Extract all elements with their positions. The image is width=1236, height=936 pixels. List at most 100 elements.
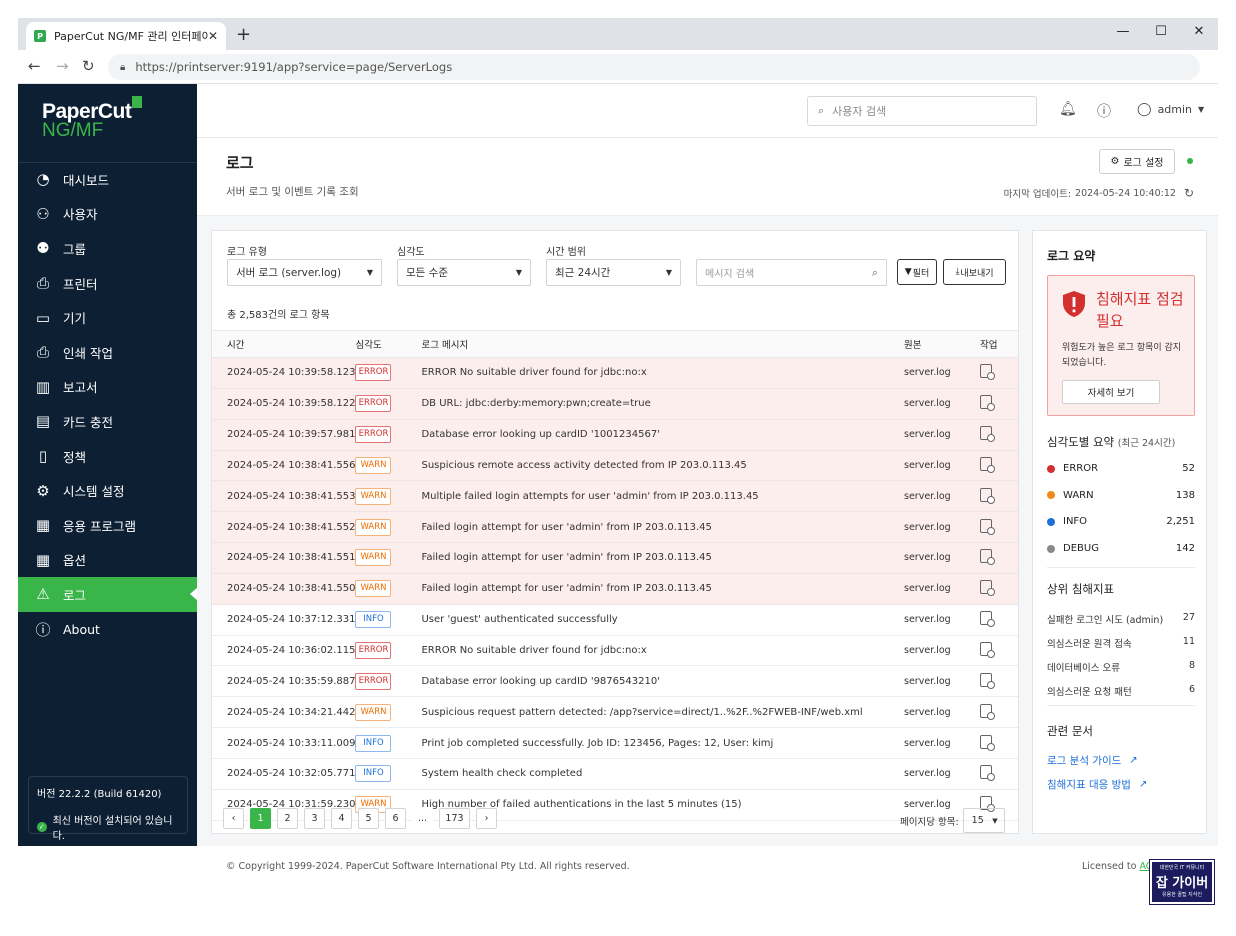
filter-button[interactable]: ▼ 필터 — [897, 259, 937, 285]
indicator-row[interactable]: 데이터베이스 오류 8 — [1047, 660, 1195, 674]
table-row[interactable]: 2024-05-24 10:36:02.115 ERROR ERROR No sui… — [212, 635, 1018, 667]
view-details-button[interactable]: 자세히 보기 — [1062, 380, 1160, 404]
refresh-icon[interactable]: ↻ — [1184, 186, 1194, 200]
table-row[interactable]: 2024-05-24 10:35:59.887 ERROR Database err… — [212, 665, 1018, 698]
view-log-icon[interactable] — [980, 580, 995, 597]
view-log-icon[interactable] — [980, 518, 995, 535]
view-log-icon[interactable] — [980, 611, 995, 628]
minimize-icon[interactable]: — — [1104, 18, 1142, 50]
dashboard-icon: ◔ — [36, 170, 50, 189]
sidebar-item-1[interactable]: ◔ 대시보드 — [18, 162, 197, 197]
view-log-icon[interactable] — [980, 734, 995, 751]
table-row[interactable]: 2024-05-24 10:32:05.771 INFO System health… — [212, 758, 1018, 790]
page-button-5[interactable]: 5 — [358, 808, 379, 829]
page-button-3[interactable]: 3 — [304, 808, 325, 829]
cell-message: System health check completed — [421, 758, 904, 790]
sidebar-item-12[interactable]: ▦ 옵션 — [18, 543, 197, 578]
doc-link-log-guide[interactable]: 로그 분석 가이드 ↗ — [1047, 753, 1138, 768]
table-row[interactable]: 2024-05-24 10:34:21.442 WARN Suspicious re… — [212, 696, 1018, 729]
message-search-input[interactable]: 메시지 검색 ⌕ — [696, 259, 887, 286]
forward-arrow-icon[interactable]: → — [56, 57, 69, 75]
url-field[interactable]: 🔒︎ https://printserver:9191/app?service=… — [108, 54, 1200, 80]
indicator-row[interactable]: 의심스러운 요청 패턴 6 — [1047, 684, 1195, 698]
page-button-4[interactable]: 4 — [331, 808, 352, 829]
indicator-row[interactable]: 실패한 로그인 시도 (admin) 27 — [1047, 612, 1195, 626]
table-row[interactable]: 2024-05-24 10:39:58.122 ERROR DB URL: jdbc… — [212, 388, 1018, 420]
group-icon: ⚉ — [36, 239, 50, 258]
severity-select[interactable]: 모든 수준 ▼ — [397, 259, 531, 286]
severity-summary-row[interactable]: WARN 138 — [1047, 490, 1195, 501]
table-row[interactable]: 2024-05-24 10:38:41.556 WARN Suspicious re… — [212, 450, 1018, 482]
cell-action — [980, 419, 1018, 451]
sidebar-item-9[interactable]: ▯ 정책 — [18, 439, 197, 474]
view-log-icon[interactable] — [980, 642, 995, 659]
sidebar-item-11[interactable]: ▦ 응용 프로그램 — [18, 508, 197, 543]
view-log-icon[interactable] — [980, 672, 995, 689]
table-row[interactable]: 2024-05-24 10:37:12.331 INFO User 'guest' … — [212, 604, 1018, 636]
severity-summary-row[interactable]: INFO 2,251 — [1047, 516, 1195, 527]
severity-summary-sub: (최근 24시간) — [1117, 438, 1176, 449]
sidebar-item-7[interactable]: ▥ 보고서 — [18, 370, 197, 405]
sidebar-item-10[interactable]: ⚙ 시스템 설정 — [18, 473, 197, 508]
table-row[interactable]: 2024-05-24 10:38:41.552 WARN Failed login … — [212, 511, 1018, 544]
browser-tab[interactable]: P PaperCut NG/MF 관리 인터페이스 ✕ — [26, 22, 226, 50]
export-button[interactable]: ⤓ 내보내기 — [943, 259, 1006, 285]
table-row[interactable]: 2024-05-24 10:39:57.981 ERROR Database err… — [212, 419, 1018, 451]
prev-page-button[interactable]: ‹ — [223, 808, 244, 829]
cell-source: server.log — [904, 665, 980, 698]
sidebar-item-14[interactable]: ⓘ About — [18, 612, 197, 647]
per-page-select[interactable]: 15 ▼ — [962, 808, 1005, 833]
table-row[interactable]: 2024-05-24 10:39:58.123 ERROR ERROR No sui… — [212, 357, 1018, 389]
view-log-icon[interactable] — [980, 364, 995, 381]
view-log-icon[interactable] — [980, 395, 995, 412]
cell-time: 2024-05-24 10:35:59.887 — [212, 665, 356, 698]
tab-close-icon[interactable]: ✕ — [208, 29, 218, 43]
col-header-source[interactable]: 원본 — [904, 330, 980, 358]
table-row[interactable]: 2024-05-24 10:33:11.009 INFO Print job com… — [212, 727, 1018, 759]
view-log-icon[interactable] — [980, 456, 995, 473]
sidebar-item-5[interactable]: ▭ 기기 — [18, 300, 197, 335]
papercut-logo[interactable]: PaperCut NG/MF — [42, 96, 142, 142]
severity-summary-row[interactable]: DEBUG 142 — [1047, 543, 1195, 554]
doc-link-ioc-response[interactable]: 침해지표 대응 방법 ↗ — [1047, 777, 1147, 792]
sidebar-item-4[interactable]: ⎙ 프린터 — [18, 266, 197, 301]
time-range-select[interactable]: 최근 24시간 ▼ — [546, 259, 681, 286]
page-button-2[interactable]: 2 — [277, 808, 298, 829]
log-type-select[interactable]: 서버 로그 (server.log) ▼ — [227, 259, 382, 286]
view-log-icon[interactable] — [980, 487, 995, 504]
maximize-icon[interactable]: ☐ — [1142, 18, 1180, 50]
col-header-severity[interactable]: 심각도 — [355, 330, 422, 358]
next-page-button[interactable]: › — [476, 808, 497, 829]
page-button-173[interactable]: 173 — [439, 808, 470, 829]
sidebar-item-2[interactable]: ⚇ 사용자 — [18, 197, 197, 232]
view-log-icon[interactable] — [980, 765, 995, 782]
sidebar-item-13[interactable]: ⚠ 로그 — [18, 577, 198, 612]
view-log-icon[interactable] — [980, 426, 995, 443]
bell-icon[interactable]: 🔔︎ — [1059, 101, 1077, 117]
version-status: 최신 버전이 설치되어 있습니다. — [52, 816, 173, 842]
indicator-row[interactable]: 의심스러운 원격 접속 11 — [1047, 636, 1195, 650]
table-row[interactable]: 2024-05-24 10:38:41.553 WARN Multiple fail… — [212, 480, 1018, 513]
user-menu[interactable]: ◯ admin ▼ — [1137, 102, 1204, 117]
col-header-time[interactable]: 시간 — [212, 330, 356, 358]
reload-icon[interactable]: ↻ — [82, 57, 95, 75]
view-log-icon[interactable] — [980, 703, 995, 720]
back-arrow-icon[interactable]: ← — [28, 57, 41, 75]
col-header-message[interactable]: 로그 메시지 — [421, 330, 904, 358]
table-row[interactable]: 2024-05-24 10:38:41.550 WARN Failed login … — [212, 573, 1018, 605]
new-tab-button[interactable]: + — [236, 24, 251, 45]
sidebar-item-6[interactable]: ⎙ 인쇄 작업 — [18, 335, 197, 370]
table-row[interactable]: 2024-05-24 10:38:41.551 WARN Failed login … — [212, 542, 1018, 574]
sidebar-item-8[interactable]: ▤ 카드 충전 — [18, 404, 197, 439]
user-search-input[interactable]: ⌕ 사용자 검색 — [807, 96, 1037, 126]
indicator-count: 6 — [1188, 684, 1195, 695]
log-settings-button[interactable]: ⚙ 로그 설정 — [1099, 149, 1175, 174]
page-button-1[interactable]: 1 — [250, 808, 271, 829]
page-button-6[interactable]: 6 — [385, 808, 406, 829]
close-window-icon[interactable]: ✕ — [1180, 18, 1218, 50]
sidebar-item-3[interactable]: ⚉ 그룹 — [18, 231, 197, 266]
severity-summary-row[interactable]: ERROR 52 — [1047, 463, 1195, 474]
help-icon[interactable]: ⓘ — [1097, 101, 1111, 121]
settings-icon: ⚙ — [36, 481, 50, 500]
view-log-icon[interactable] — [980, 549, 995, 566]
